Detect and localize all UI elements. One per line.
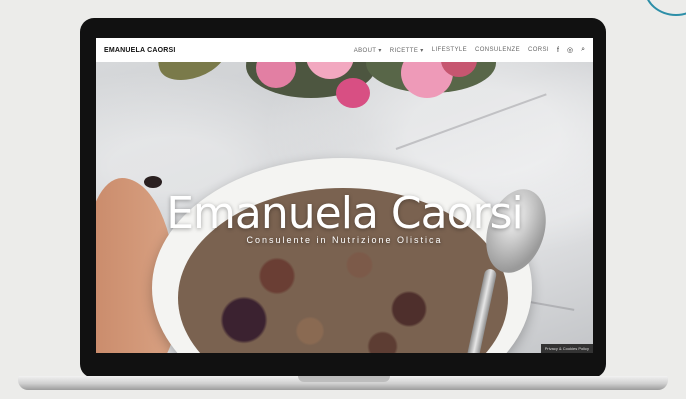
site-logo[interactable]: EMANUELA CAORSI: [104, 47, 176, 54]
fingernail: [144, 176, 162, 188]
hero-subtitle: Consulente in Nutrizione Olistica: [246, 235, 443, 245]
facebook-icon[interactable]: f: [557, 47, 559, 54]
site-navbar: EMANUELA CAORSI ABOUT ▾ RICETTE ▾ LIFEST…: [96, 38, 593, 62]
privacy-badge[interactable]: Privacy & Cookies Policy: [540, 344, 593, 353]
nav-item-consulenze[interactable]: CONSULENZE: [475, 47, 520, 53]
website-screen: EMANUELA CAORSI ABOUT ▾ RICETTE ▾ LIFEST…: [96, 38, 593, 353]
instagram-icon[interactable]: ◎: [567, 46, 573, 54]
nav-item-corsi[interactable]: CORSI: [528, 47, 549, 53]
decorative-ring: [644, 0, 686, 16]
laptop-notch: [298, 376, 390, 382]
nav-item-ricette[interactable]: RICETTE ▾: [390, 47, 424, 54]
flower-petal: [336, 78, 370, 108]
nav-menu: ABOUT ▾ RICETTE ▾ LIFESTYLE CONSULENZE C…: [354, 46, 585, 54]
nav-item-about[interactable]: ABOUT ▾: [354, 47, 382, 54]
hero-title: Emanuela Caorsi: [166, 188, 524, 239]
nav-item-lifestyle[interactable]: LIFESTYLE: [432, 47, 467, 53]
search-icon[interactable]: ⌕: [581, 46, 585, 54]
